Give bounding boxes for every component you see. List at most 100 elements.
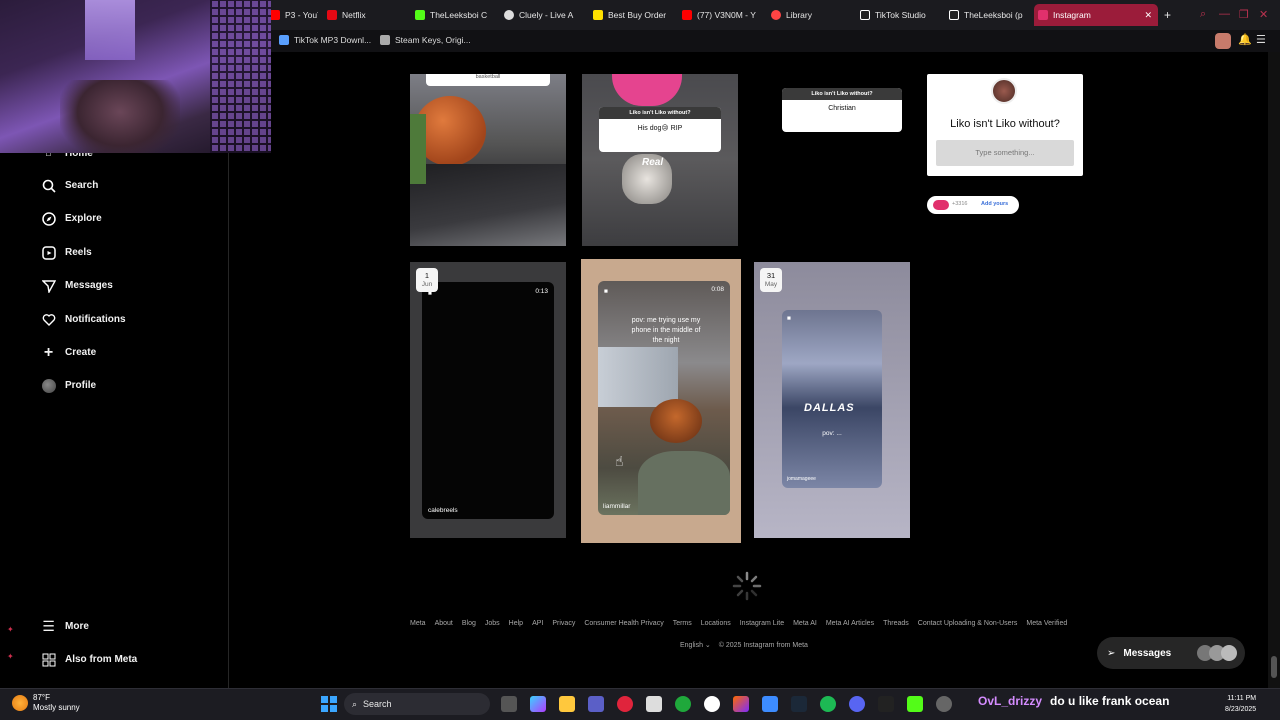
story-card[interactable]: Liko isn't Liko without? His dog😢 RIP Re…	[582, 74, 738, 246]
bookmark-steam-keys[interactable]: Steam Keys, Origi...	[380, 35, 471, 45]
store-icon[interactable]	[646, 696, 662, 712]
instagram-icon	[1038, 10, 1048, 20]
footer-link[interactable]: Instagram Lite	[740, 620, 784, 627]
footer-link[interactable]: Jobs	[485, 620, 500, 627]
taskbar-clock[interactable]: 11:11 PM 8/23/2025	[1225, 693, 1256, 715]
tab-netflix[interactable]: Netflix	[323, 4, 403, 26]
sidebar-item-messages[interactable]: Messages	[40, 277, 113, 294]
app-icon[interactable]	[878, 696, 894, 712]
add-yours-card[interactable]: Liko isn't Liko without? Type something.…	[927, 74, 1083, 176]
story-card[interactable]: ■ 0:13 calebreels 1 Jun	[410, 262, 566, 538]
camera-icon: ■	[604, 288, 608, 295]
footer-link[interactable]: Contact Uploading & Non-Users	[918, 620, 1018, 627]
sidebar-item-explore[interactable]: Explore	[40, 210, 102, 227]
footer-link[interactable]: Help	[509, 620, 523, 627]
footer-link[interactable]: Terms	[673, 620, 692, 627]
office-icon[interactable]	[733, 696, 749, 712]
sidebar-item-reels[interactable]: Reels	[40, 244, 92, 261]
question-sticker: Liko isn't Liko without? Christian	[782, 88, 902, 132]
language-selector[interactable]: English	[680, 642, 703, 649]
notification-bell-icon[interactable]: 🔔	[1238, 33, 1252, 46]
streamer-image	[60, 80, 180, 153]
tab-cluely[interactable]: Cluely - Live A	[500, 4, 580, 26]
kick-icon	[415, 10, 425, 20]
profile-avatar[interactable]	[1215, 33, 1231, 49]
bookmark-tiktok-mp3[interactable]: TikTok MP3 Downl...	[279, 35, 371, 45]
tab-youtube[interactable]: P3 - YouTu	[266, 4, 318, 26]
cluely-icon	[504, 10, 514, 20]
weather-icon[interactable]	[12, 695, 28, 711]
tab-instagram[interactable]: Instagram ✕	[1034, 4, 1158, 26]
sidebar-item-more[interactable]: ☰ More	[40, 618, 89, 635]
tab-bestbuy[interactable]: Best Buy Order	[589, 4, 669, 26]
dell-icon[interactable]	[704, 696, 720, 712]
new-tab-button[interactable]: +	[1160, 4, 1174, 26]
search-icon: ⌕	[352, 698, 358, 709]
footer-link[interactable]: Meta Verified	[1026, 620, 1067, 627]
footer-link[interactable]: API	[532, 620, 543, 627]
opera-gx-icon[interactable]	[617, 696, 633, 712]
sidebar-item-create[interactable]: + Create	[40, 344, 96, 361]
footer-link[interactable]: Consumer Health Privacy	[584, 620, 663, 627]
weather-widget[interactable]: 87°F Mostly sunny	[33, 693, 80, 713]
footer-link[interactable]: Meta	[410, 620, 426, 627]
close-window-icon[interactable]: ✕	[1259, 8, 1268, 21]
footer-link[interactable]: Meta AI Articles	[826, 620, 874, 627]
page-scrollbar[interactable]	[1268, 52, 1280, 688]
sidebar-item-also-from-meta[interactable]: Also from Meta	[40, 651, 137, 668]
add-yours-question: Liko isn't Liko without?	[950, 118, 1060, 130]
dog-sweater-image	[612, 74, 682, 106]
footer-link[interactable]: Meta AI	[793, 620, 817, 627]
search-icon	[40, 177, 57, 194]
teams-icon[interactable]	[588, 696, 604, 712]
taskbar-search[interactable]: ⌕ Search	[344, 693, 490, 715]
footer-link[interactable]: Threads	[883, 620, 909, 627]
story-card[interactable]: Liko isn't Liko without? Christian	[782, 74, 902, 134]
footer-link[interactable]: Privacy	[552, 620, 575, 627]
add-yours-button[interactable]: +3316 Add yours	[927, 196, 1019, 214]
discord-icon[interactable]	[849, 696, 865, 712]
xbox-icon[interactable]	[675, 696, 691, 712]
grass-image	[410, 114, 426, 184]
search-tabs-icon[interactable]: ⌕	[1200, 8, 1206, 21]
scoreboard-text: DALLAS	[804, 402, 855, 414]
settings-icon[interactable]	[936, 696, 952, 712]
chevron-down-icon[interactable]: ⌄	[705, 642, 711, 649]
close-tab-icon[interactable]: ✕	[1144, 10, 1152, 21]
compass-icon	[40, 210, 57, 227]
grid-icon	[40, 651, 57, 668]
restore-icon[interactable]: ❐	[1239, 8, 1249, 21]
tab-kick[interactable]: TheLeeksboi C	[411, 4, 491, 26]
footer-links: Meta About Blog Jobs Help API Privacy Consumer …	[410, 620, 1076, 627]
footer-link[interactable]: Locations	[701, 620, 731, 627]
copilot-icon[interactable]	[530, 696, 546, 712]
messages-button[interactable]: ➢ Messages	[1097, 637, 1245, 669]
sidebar-item-notifications[interactable]: Notifications	[40, 311, 126, 328]
tab-tiktok-studio[interactable]: TikTok Studio	[856, 4, 936, 26]
scrollbar-thumb[interactable]	[1271, 656, 1277, 678]
tab-library[interactable]: Library	[767, 4, 847, 26]
sidebar-item-profile[interactable]: Profile	[40, 377, 96, 394]
story-card[interactable]: ■ 0:08 pov: me trying use my phone in th…	[581, 259, 741, 543]
tab-youtube-venom[interactable]: (77) V3N0M - Y	[678, 4, 758, 26]
add-yours-input[interactable]: Type something...	[936, 140, 1074, 166]
task-view-icon[interactable]	[501, 696, 517, 712]
footer-link[interactable]: Blog	[462, 620, 476, 627]
avatar	[991, 78, 1017, 104]
sidebar-item-search[interactable]: Search	[40, 177, 98, 194]
steam-icon[interactable]	[791, 696, 807, 712]
footer-link[interactable]: About	[435, 620, 453, 627]
kick-icon[interactable]	[907, 696, 923, 712]
file-explorer-icon[interactable]	[559, 696, 575, 712]
menu-icon[interactable]: ☰	[1256, 33, 1266, 46]
story-card[interactable]: basketball	[410, 74, 566, 246]
minimize-icon[interactable]: —	[1219, 8, 1230, 20]
tab-tiktok-leeksboi[interactable]: TheLeeksboi (p	[945, 4, 1025, 26]
app-icon[interactable]	[762, 696, 778, 712]
windows-start-icon[interactable]	[321, 696, 337, 712]
window-image	[85, 0, 135, 60]
spotify-icon[interactable]	[820, 696, 836, 712]
story-card[interactable]: ■ DALLAS pov: ... jomamageee 31 May	[754, 262, 910, 538]
camera-icon: ■	[787, 315, 791, 322]
bookmark-icon	[279, 35, 289, 45]
